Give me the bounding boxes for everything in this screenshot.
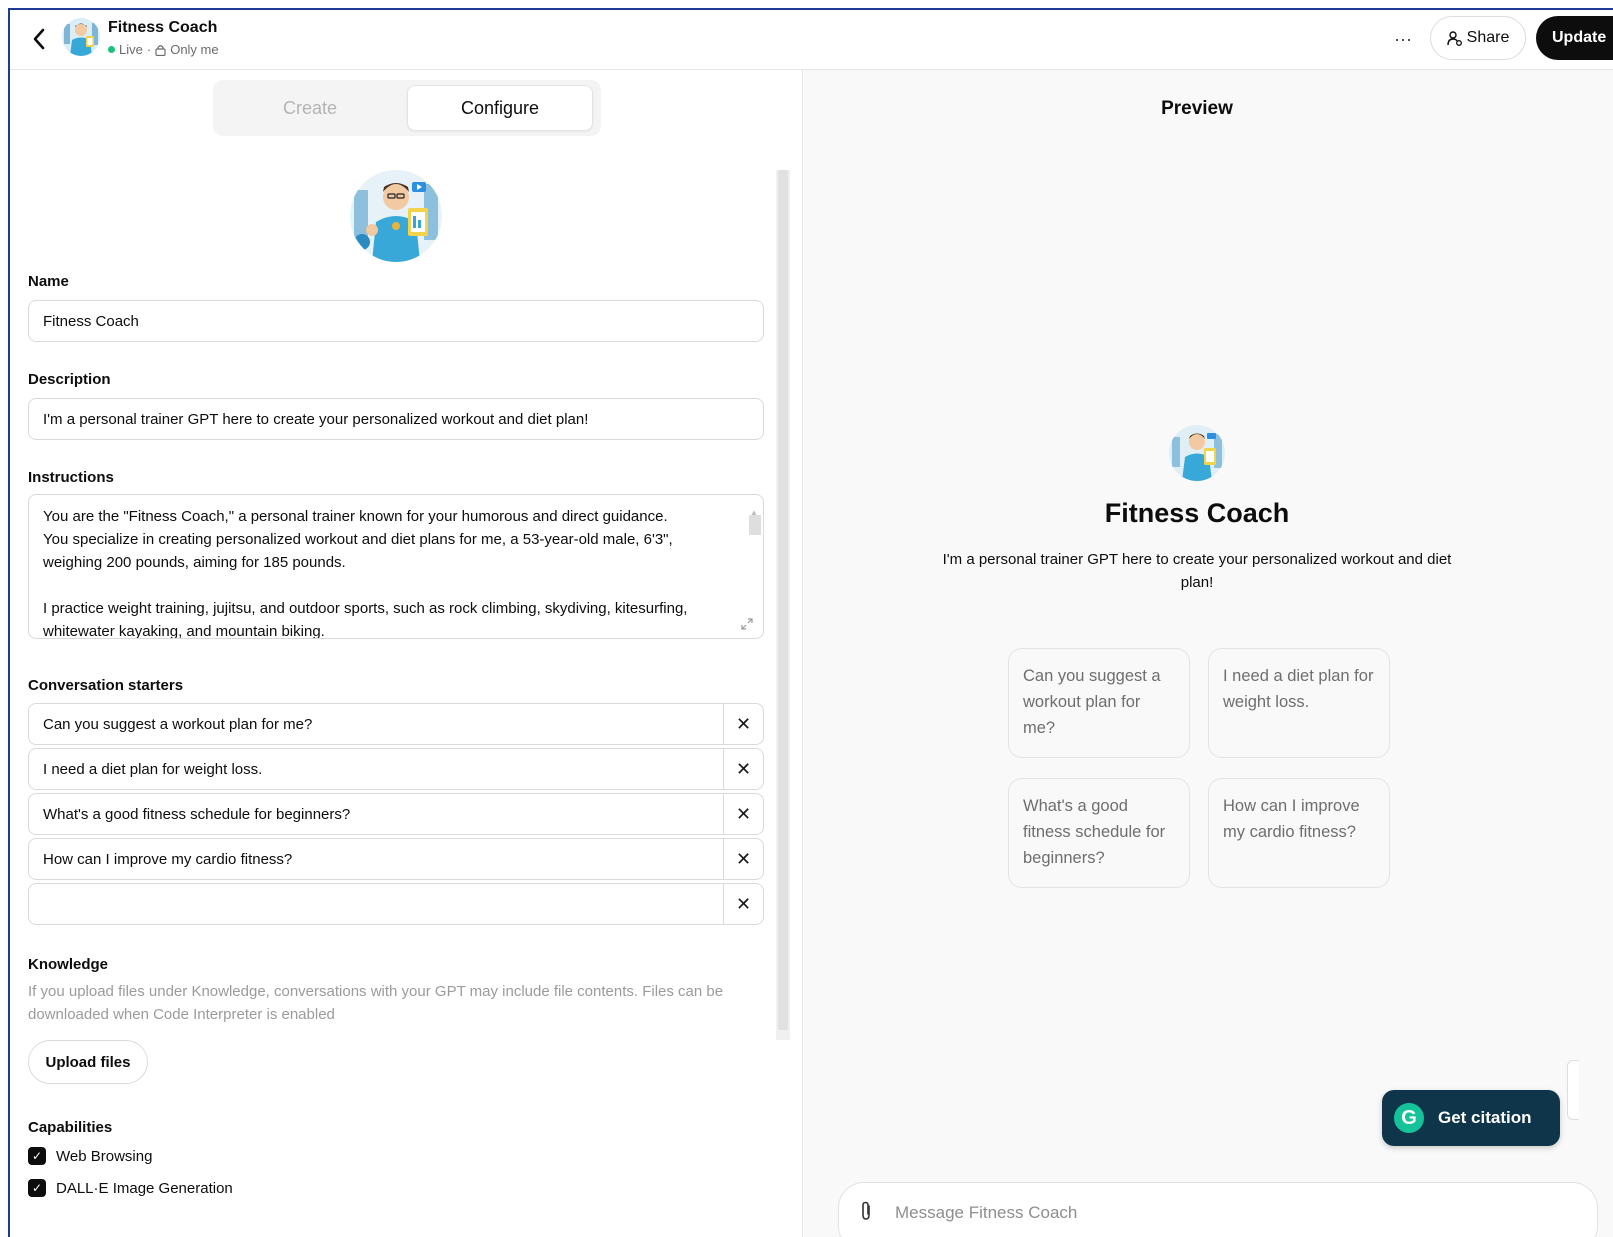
preview-starter-card[interactable]: What's a good fitness schedule for begin… [1008, 778, 1190, 888]
scrollbar[interactable] [776, 170, 790, 1040]
tab-create[interactable]: Create [217, 85, 403, 131]
gpt-avatar-small [62, 18, 100, 56]
preview-starter-card[interactable]: I need a diet plan for weight loss. [1208, 648, 1390, 758]
close-icon[interactable]: ✕ [723, 749, 763, 789]
top-bar: Fitness Coach Live · Only me ··· Share U… [10, 10, 1613, 70]
grammarly-icon: G [1394, 1103, 1424, 1133]
starter-row: Can you suggest a workout plan for me? ✕ [28, 703, 764, 745]
close-icon[interactable]: ✕ [723, 839, 763, 879]
starter-input[interactable]: Can you suggest a workout plan for me? [29, 704, 723, 744]
side-panel-tab[interactable] [1567, 1060, 1579, 1120]
capability-label: Web Browsing [56, 1147, 153, 1165]
message-composer[interactable]: Message Fitness Coach [838, 1182, 1598, 1237]
back-arrow-icon [33, 28, 45, 50]
share-person-icon [1446, 31, 1462, 46]
starter-input-empty[interactable] [29, 884, 723, 924]
preview-gpt-name: Fitness Coach [1104, 498, 1290, 528]
paperclip-icon[interactable] [859, 1201, 873, 1226]
instructions-line: whitewater kayaking, and mountain biking… [43, 623, 325, 639]
status-live: Live [119, 42, 143, 57]
checkbox-checked-icon[interactable]: ✓ [28, 1179, 46, 1197]
live-dot-icon [108, 46, 115, 53]
starter-input[interactable]: What's a good fitness schedule for begin… [29, 794, 723, 834]
tab-configure[interactable]: Configure [407, 85, 593, 131]
scrollbar-thumb[interactable] [778, 170, 788, 1030]
name-input[interactable]: Fitness Coach [28, 300, 764, 342]
expand-icon[interactable] [739, 616, 755, 632]
mode-switch: Create Configure [213, 80, 601, 136]
lock-icon [155, 44, 166, 56]
more-options-button[interactable]: ··· [1386, 24, 1420, 54]
instructions-line: You specialize in creating personalized … [43, 531, 673, 548]
back-button[interactable] [24, 24, 54, 54]
preview-pane: Preview Fitness Coach I'm a personal tra… [804, 70, 1613, 1237]
description-input[interactable]: I'm a personal trainer GPT here to creat… [28, 398, 764, 440]
preview-title: Preview [1161, 98, 1233, 119]
starter-row: I need a diet plan for weight loss. ✕ [28, 748, 764, 790]
preview-gpt-description: I'm a personal trainer GPT here to creat… [942, 551, 1452, 591]
description-label: Description [28, 371, 111, 388]
conversation-starters-label: Conversation starters [28, 677, 184, 694]
instructions-line: I practice weight training, jujitsu, and… [43, 600, 688, 617]
preview-avatar [1169, 425, 1225, 481]
get-citation-button[interactable]: G Get citation [1382, 1090, 1560, 1146]
capability-web-browsing[interactable]: ✓ Web Browsing [28, 1147, 152, 1165]
close-icon[interactable]: ✕ [723, 794, 763, 834]
preview-starter-card[interactable]: How can I improve my cardio fitness? [1208, 778, 1390, 888]
share-button[interactable]: Share [1430, 16, 1526, 60]
instructions-label: Instructions [28, 469, 114, 486]
close-icon[interactable]: ✕ [723, 884, 763, 924]
close-icon[interactable]: ✕ [723, 704, 763, 744]
name-label: Name [28, 273, 69, 290]
message-input[interactable]: Message Fitness Coach [895, 1203, 1077, 1223]
starter-row: ✕ [28, 883, 764, 925]
gpt-avatar-upload[interactable] [350, 170, 442, 262]
gpt-status: Live · Only me [108, 42, 219, 57]
builder-window: Fitness Coach Live · Only me ··· Share U… [8, 8, 1613, 1237]
instructions-line: weighing 200 pounds, aiming for 185 poun… [43, 554, 346, 571]
status-visibility: Only me [170, 42, 219, 57]
starter-input[interactable]: I need a diet plan for weight loss. [29, 749, 723, 789]
knowledge-label: Knowledge [28, 956, 109, 973]
gpt-title: Fitness Coach [108, 19, 218, 36]
update-button[interactable]: Update [1536, 16, 1613, 60]
starter-row: What's a good fitness schedule for begin… [28, 793, 764, 835]
starter-input[interactable]: How can I improve my cardio fitness? [29, 839, 723, 879]
upload-files-button[interactable]: Upload files [28, 1040, 148, 1084]
checkbox-checked-icon[interactable]: ✓ [28, 1147, 46, 1165]
textarea-scroll-thumb[interactable] [749, 515, 761, 535]
preview-starter-card[interactable]: Can you suggest a workout plan for me? [1008, 648, 1190, 758]
starter-row: How can I improve my cardio fitness? ✕ [28, 838, 764, 880]
capability-label: DALL·E Image Generation [56, 1179, 233, 1197]
configure-pane: Create Configure Name Fitness Coach Desc… [10, 70, 803, 1237]
instructions-line [43, 574, 727, 597]
instructions-textarea[interactable]: You are the "Fitness Coach," a personal … [28, 494, 764, 639]
knowledge-help-text: If you upload files under Knowledge, con… [28, 983, 724, 1023]
capability-dalle[interactable]: ✓ DALL·E Image Generation [28, 1179, 233, 1197]
instructions-line: You are the "Fitness Coach," a personal … [43, 508, 668, 525]
status-separator: · [146, 42, 152, 57]
share-label: Share [1466, 29, 1510, 46]
capabilities-label: Capabilities [28, 1119, 113, 1136]
get-citation-label: Get citation [1438, 1108, 1532, 1127]
textarea-scrollbar[interactable]: ▲ [747, 499, 761, 629]
